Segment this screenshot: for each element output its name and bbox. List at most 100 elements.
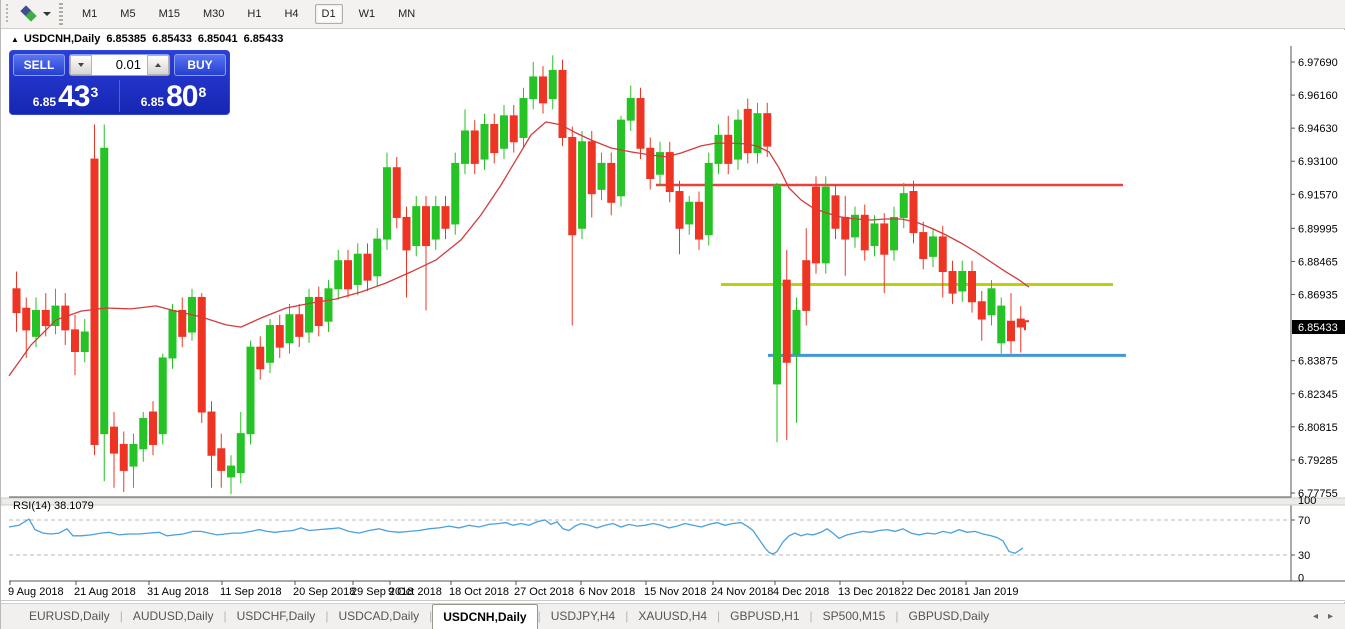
candle-body — [442, 207, 449, 229]
candle-body — [374, 239, 381, 276]
time-axis-label: 1 Jan 2019 — [964, 586, 1018, 598]
top-toolbar: M1 M5 M15 M30 H1 H4 D1 W1 MN — [1, 0, 1345, 29]
candle-body — [354, 254, 361, 284]
chart-tab-gbpusd[interactable]: GBPUSD,Daily — [898, 604, 999, 629]
chevron-down-icon — [43, 12, 51, 16]
time-axis-label: 20 Sep 2018 — [293, 586, 355, 598]
candle-body — [881, 224, 888, 254]
candle-body — [286, 315, 293, 343]
buy-price[interactable]: 6.85 80 8 — [121, 78, 226, 114]
candle-body — [267, 326, 274, 363]
toolbar-grip-handle[interactable] — [59, 3, 63, 25]
chart-tab-audusd[interactable]: AUDUSD,Daily — [123, 604, 224, 629]
volume-decrease-button[interactable] — [70, 55, 92, 75]
chart-tab-usdcnh[interactable]: USDCNH,Daily — [432, 604, 537, 629]
time-axis-label: 31 Aug 2018 — [147, 586, 209, 598]
candle-body — [608, 163, 615, 202]
candle-body — [413, 207, 420, 246]
candle-body — [247, 347, 254, 433]
timeframe-button-d1[interactable]: D1 — [315, 4, 343, 24]
candle-body — [871, 224, 878, 246]
tabs-container: EURUSD,Daily|AUDUSD,Daily|USDCHF,Daily|U… — [19, 604, 999, 629]
candle-body — [296, 315, 303, 337]
candle-body — [150, 412, 157, 444]
candle-body — [393, 168, 400, 218]
timeframe-button-w1[interactable]: W1 — [352, 4, 383, 24]
time-axis-label: 22 Dec 2018 — [901, 586, 963, 598]
chart-tab-gbpusd[interactable]: GBPUSD,H1 — [720, 604, 809, 629]
rsi-indicator-label: RSI(14) 38.1079 — [13, 500, 94, 512]
volume-input[interactable]: 0.01 — [92, 55, 147, 75]
moving-average-line — [9, 122, 1029, 376]
volume-stepper: 0.01 — [69, 54, 170, 76]
time-axis-label: 6 Nov 2018 — [579, 586, 635, 598]
price-axis-label: 6.93100 — [1298, 156, 1338, 168]
candle-body — [939, 237, 946, 272]
candle-body — [179, 310, 186, 336]
candle-body — [774, 185, 781, 384]
price-axis-label: 6.82345 — [1298, 389, 1338, 401]
candle-body — [257, 347, 264, 369]
volume-increase-button[interactable] — [147, 55, 169, 75]
candle-body — [637, 99, 644, 149]
time-axis-label: 13 Dec 2018 — [838, 586, 900, 598]
candle-body — [832, 196, 839, 228]
time-axis-label: 24 Nov 2018 — [711, 586, 773, 598]
candle-body — [803, 261, 810, 311]
timeframe-button-m30[interactable]: M30 — [196, 4, 231, 24]
candle-body — [813, 187, 820, 263]
chart-tab-usdcad[interactable]: USDCAD,Daily — [328, 604, 429, 629]
rsi-axis-label: 0 — [1298, 572, 1304, 584]
candle-body — [900, 194, 907, 218]
panel-splitter[interactable] — [1, 498, 1345, 505]
chart-tab-usdjpy[interactable]: USDJPY,H4 — [541, 604, 625, 629]
price-axis-label: 6.83875 — [1298, 356, 1338, 368]
chart-objects-dropdown-button[interactable] — [18, 2, 55, 26]
candle-body — [540, 77, 547, 103]
time-axis-label: 9 Aug 2018 — [8, 586, 64, 598]
tab-scroll-left-icon[interactable]: ◂ — [1308, 611, 1323, 622]
candle-body — [276, 326, 283, 348]
candle-body — [959, 271, 966, 290]
chart-tab-usdchf[interactable]: USDCHF,Daily — [227, 604, 326, 629]
candle-body — [676, 192, 683, 229]
candle-body — [237, 434, 244, 473]
timeframe-button-group: M1 M5 M15 M30 H1 H4 D1 W1 MN — [75, 4, 431, 24]
candle-body — [764, 114, 771, 146]
candle-body — [140, 419, 147, 449]
tabbar-pad — [1, 604, 19, 629]
buy-button[interactable]: BUY — [174, 54, 226, 76]
price-chart-canvas[interactable]: 6.976906.961606.946306.931006.915706.899… — [1, 30, 1345, 602]
timeframe-button-m15[interactable]: M15 — [152, 4, 187, 24]
tab-scroll-arrows: ◂ ▸ — [1308, 604, 1345, 629]
chart-tab-sp500[interactable]: SP500,M15 — [813, 604, 896, 629]
candle-body — [510, 116, 517, 142]
rsi-axis-label: 100 — [1298, 495, 1316, 507]
chart-tab-eurusd[interactable]: EURUSD,Daily — [19, 604, 120, 629]
timeframe-button-mn[interactable]: MN — [391, 4, 422, 24]
timeframe-button-h1[interactable]: H1 — [240, 4, 268, 24]
candle-body — [549, 70, 556, 98]
candle-body — [208, 412, 215, 455]
candle-body — [530, 77, 537, 99]
timeframe-button-h4[interactable]: H4 — [277, 4, 305, 24]
toolbar-grip-handle[interactable] — [5, 4, 10, 24]
price-axis-label: 6.80815 — [1298, 422, 1338, 434]
price-axis-label: 6.88465 — [1298, 256, 1338, 268]
sell-button[interactable]: SELL — [13, 54, 65, 76]
candle-body — [169, 310, 176, 358]
candle-body — [218, 449, 225, 471]
candle-body — [725, 135, 732, 163]
candle-body — [491, 124, 498, 152]
timeframe-button-m5[interactable]: M5 — [113, 4, 142, 24]
collapse-triangle-icon[interactable]: ▲ — [11, 35, 19, 44]
price-axis-label: 6.97690 — [1298, 57, 1338, 69]
chart-tab-xauusd[interactable]: XAUUSD,H4 — [628, 604, 717, 629]
mt4-terminal: { "toolbar": { "icon": "indicators-diamo… — [0, 0, 1345, 629]
tab-scroll-right-icon[interactable]: ▸ — [1323, 611, 1338, 622]
candle-body — [861, 215, 868, 250]
timeframe-button-m1[interactable]: M1 — [75, 4, 104, 24]
buy-price-point: 8 — [198, 84, 206, 100]
rsi-line — [9, 519, 1023, 554]
sell-price[interactable]: 6.85 43 3 — [13, 78, 118, 114]
